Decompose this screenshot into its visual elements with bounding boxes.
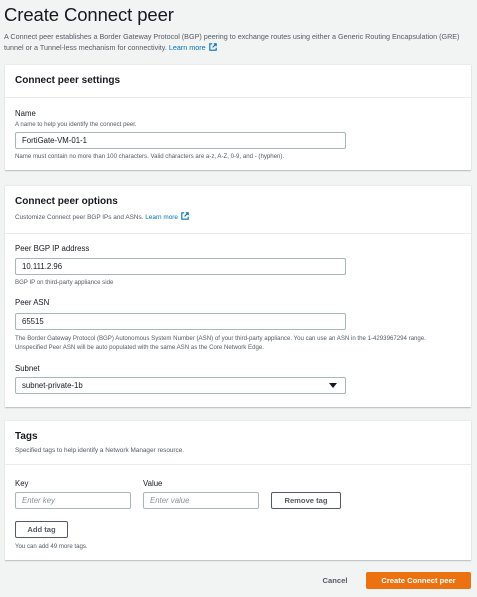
name-input[interactable]: FortiGate-VM-01-1: [15, 132, 346, 149]
panel-title: Tags: [15, 431, 38, 442]
options-learn-more-link[interactable]: Learn more: [145, 212, 189, 221]
remove-tag-button[interactable]: Remove tag: [271, 492, 341, 509]
caret-down-icon: [329, 383, 337, 388]
panel-header: Connect peer options Customize Connect p…: [5, 186, 471, 234]
tags-remaining: You can add 49 more tags.: [15, 543, 88, 550]
tags-panel: Tags Specified tags to help identify a N…: [5, 420, 471, 560]
panel-header: Tags Specified tags to help identify a N…: [5, 421, 471, 465]
subnet-selected-value: subnet-private-1b: [22, 381, 83, 390]
page-description-text: A Connect peer establishes a Border Gate…: [4, 32, 460, 53]
panel-subtitle: Specified tags to help identify a Networ…: [15, 447, 185, 454]
peer-bgp-ip-label: Peer BGP IP address: [15, 244, 90, 253]
name-label: Name: [15, 109, 36, 118]
external-link-icon: [181, 212, 189, 220]
tag-value-label: Value: [143, 479, 163, 488]
learn-more-link[interactable]: Learn more: [169, 43, 217, 52]
create-connect-peer-button[interactable]: Create Connect peer: [366, 572, 471, 589]
add-tag-button[interactable]: Add tag: [15, 521, 68, 538]
connect-peer-options-panel: Connect peer options Customize Connect p…: [5, 185, 471, 407]
panel-subtitle: Customize Connect peer BGP IPs and ASNs.…: [15, 212, 461, 221]
panel-title: Connect peer settings: [15, 75, 121, 86]
create-connect-peer-page: Create Connect peer A Connect peer estab…: [0, 0, 477, 597]
panel-title: Connect peer options: [15, 196, 118, 207]
peer-asn-label: Peer ASN: [15, 298, 50, 307]
tag-value-input[interactable]: Enter value: [143, 492, 259, 509]
tag-key-input[interactable]: Enter key: [15, 492, 131, 509]
cancel-button[interactable]: Cancel: [314, 572, 356, 589]
external-link-icon: [208, 43, 217, 52]
tag-key-label: Key: [15, 479, 29, 488]
peer-bgp-ip-hint: BGP IP on third-party appliance side: [15, 279, 114, 286]
peer-asn-input[interactable]: 65515: [15, 313, 346, 330]
name-constraint: Name must contain no more than 100 chara…: [15, 153, 285, 160]
connect-peer-settings-panel: Connect peer settings Name A name to hel…: [5, 64, 471, 170]
page-title: Create Connect peer: [4, 4, 174, 25]
subnet-label: Subnet: [15, 364, 40, 373]
subnet-select[interactable]: subnet-private-1b: [15, 377, 346, 394]
peer-bgp-ip-input[interactable]: 10.111.2.96: [15, 258, 346, 275]
peer-asn-hint: The Border Gateway Protocol (BGP) Autono…: [15, 335, 426, 351]
name-hint: A name to help you identify the connect …: [15, 121, 137, 128]
panel-header: Connect peer settings: [5, 65, 471, 98]
page-description: A Connect peer establishes a Border Gate…: [4, 31, 470, 54]
